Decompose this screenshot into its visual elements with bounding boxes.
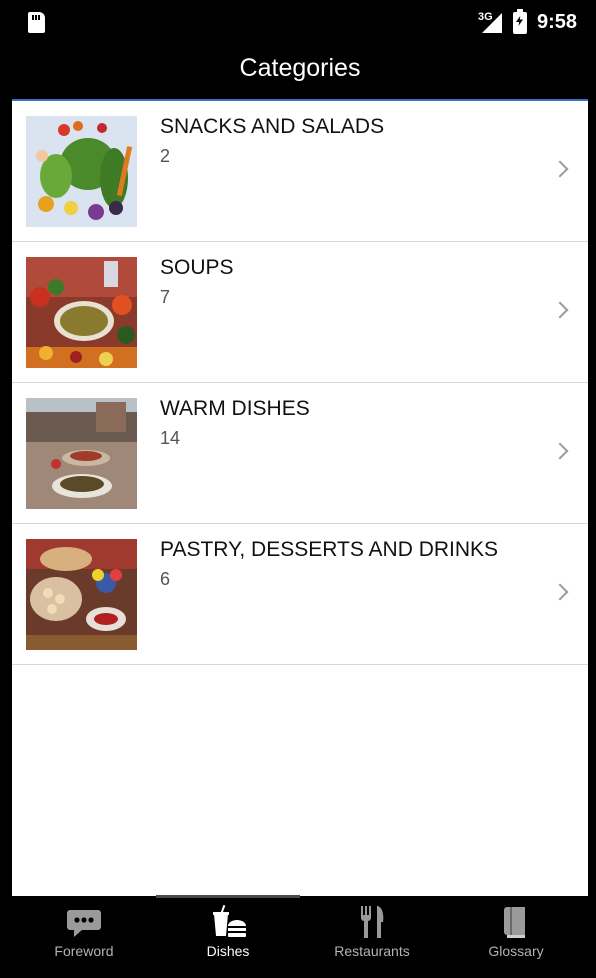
category-row-pastry-desserts-and-drinks[interactable]: PASTRY, DESSERTS AND DRINKS 6 bbox=[12, 524, 588, 665]
category-count: 14 bbox=[160, 428, 181, 448]
action-bar: Categories bbox=[0, 44, 596, 100]
tab-glossary[interactable]: Glossary bbox=[444, 896, 588, 978]
status-bar: 3G 9:58 bbox=[0, 0, 596, 44]
tab-dishes[interactable]: Dishes bbox=[156, 896, 300, 978]
battery-charging-icon bbox=[513, 9, 527, 34]
chevron-right-icon bbox=[551, 160, 569, 178]
chevron-right-icon bbox=[551, 442, 569, 460]
category-thumbnail bbox=[26, 398, 137, 509]
book-icon bbox=[498, 904, 534, 940]
tab-restaurants[interactable]: Restaurants bbox=[300, 896, 444, 978]
category-row-warm-dishes[interactable]: WARM DISHES 14 bbox=[12, 383, 588, 524]
category-name: SNACKS AND SALADS bbox=[160, 115, 385, 138]
chevron-right-icon bbox=[551, 301, 569, 319]
sd-card-icon bbox=[28, 12, 45, 33]
speech-bubble-icon bbox=[66, 904, 102, 940]
status-clock: 9:58 bbox=[537, 11, 578, 33]
tab-label: Restaurants bbox=[334, 943, 410, 959]
category-count: 2 bbox=[160, 146, 171, 166]
category-thumbnail bbox=[26, 257, 137, 368]
category-row-snacks-and-salads[interactable]: SNACKS AND SALADS 2 bbox=[12, 101, 588, 242]
chevron-right-icon bbox=[551, 583, 569, 601]
tab-label: Glossary bbox=[488, 943, 544, 959]
bottom-navigation: Foreword Dishes Restaurants Glossary bbox=[0, 895, 596, 978]
category-name: WARM DISHES bbox=[160, 397, 310, 420]
category-thumbnail bbox=[26, 539, 137, 650]
tab-label: Dishes bbox=[206, 943, 250, 959]
category-thumbnail bbox=[26, 116, 137, 227]
category-name: PASTRY, DESSERTS AND DRINKS bbox=[160, 538, 499, 561]
signal-icon bbox=[482, 13, 502, 33]
tab-label: Foreword bbox=[54, 943, 114, 959]
app-frame: 3G 9:58 Categories SNACKS AND SALADS 2 S… bbox=[0, 0, 596, 978]
category-row-soups[interactable]: SOUPS 7 bbox=[12, 242, 588, 383]
drink-and-food-icon bbox=[210, 904, 246, 940]
category-count: 7 bbox=[160, 287, 171, 307]
category-name: SOUPS bbox=[160, 256, 234, 279]
page-title: Categories bbox=[239, 54, 361, 82]
category-list-container: SNACKS AND SALADS 2 SOUPS 7 WARM DISHES … bbox=[12, 101, 588, 896]
tab-foreword[interactable]: Foreword bbox=[12, 896, 156, 978]
fork-and-knife-icon bbox=[354, 904, 390, 940]
category-count: 6 bbox=[160, 569, 171, 589]
